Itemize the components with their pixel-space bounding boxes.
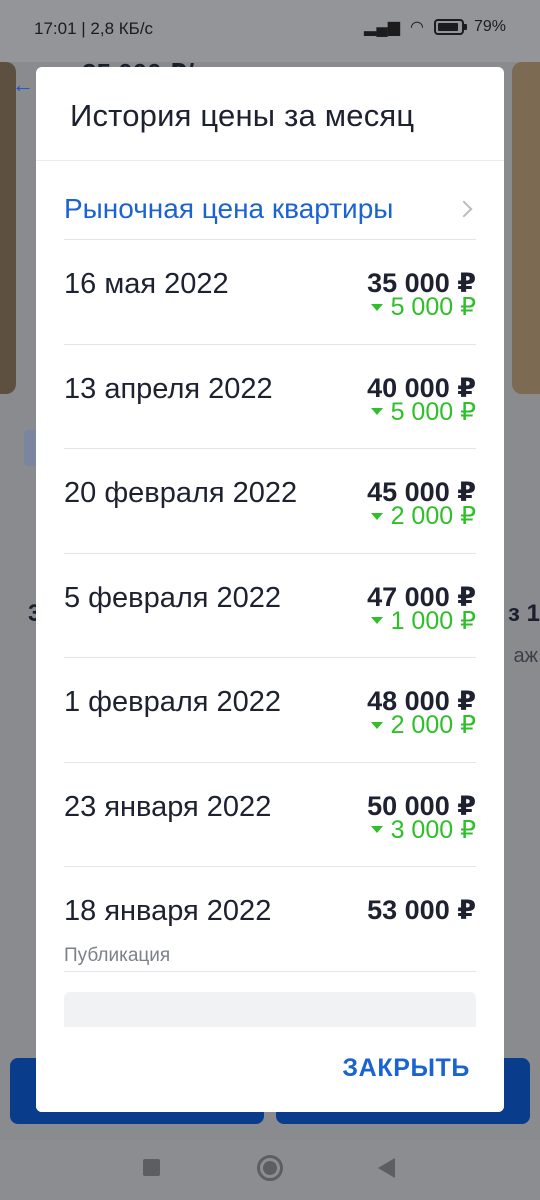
history-change: 2 000 ₽ (370, 710, 476, 740)
background-text-right-2: аж (513, 645, 538, 667)
history-date: 23 января 2022 (64, 790, 272, 823)
home-icon[interactable] (257, 1155, 283, 1181)
back-icon[interactable] (378, 1158, 395, 1178)
arrow-down-icon (370, 408, 383, 415)
list-item: 13 апреля 2022 40 000 ₽ 5 000 ₽ (64, 343, 476, 449)
arrow-down-icon (370, 617, 383, 624)
list-divider (64, 970, 476, 972)
arrow-down-icon (370, 512, 383, 520)
background-photo-left (0, 62, 16, 394)
history-date: 1 февраля 2022 (64, 686, 282, 718)
signal-icon: ▂▄▆ (364, 19, 400, 36)
history-change-value: 1 000 ₽ (390, 606, 476, 635)
history-change-value: 2 000 ₽ (390, 711, 476, 739)
price-history-dialog: История цены за месяц Рыночная цена квар… (36, 67, 504, 1112)
history-change: 2 000 ₽ (370, 501, 476, 531)
market-price-label: Рыночная цена квартиры (64, 193, 394, 224)
history-date: 20 февраля 2022 (64, 477, 298, 509)
history-change-value: 2 000 ₽ (390, 502, 476, 530)
history-date: 16 мая 2022 (64, 268, 229, 300)
chevron-right-icon (455, 200, 473, 218)
price-history-list: 16 мая 2022 35 000 ₽ 5 000 ₽ 13 апреля 2… (64, 239, 476, 972)
history-change: 5 000 ₽ (370, 292, 476, 322)
battery-percent: 79% (473, 18, 506, 35)
history-date: 18 января 2022 (64, 895, 272, 927)
status-icons: ▂▄▆ ◠ 79% (364, 17, 506, 37)
dialog-title: История цены за месяц (70, 98, 415, 133)
list-item: 16 мая 2022 35 000 ₽ 5 000 ₽ (64, 239, 476, 344)
history-change: 3 000 ₽ (370, 815, 476, 845)
background-text-right: з 1 (508, 600, 540, 627)
list-item: 5 февраля 2022 47 000 ₽ 1 000 ₽ (64, 552, 476, 658)
status-time: 17:01 | 2,8 КБ/с (34, 19, 154, 38)
history-change: 5 000 ₽ (370, 397, 476, 427)
close-button[interactable]: ЗАКРЫТЬ (342, 1054, 470, 1083)
title-divider (36, 160, 504, 161)
history-change-value: 3 000 ₽ (390, 815, 476, 844)
market-price-link[interactable]: Рыночная цена квартиры (64, 179, 476, 239)
list-item: 20 февраля 2022 45 000 ₽ 2 000 ₽ (64, 448, 476, 553)
background-back-icon: ← (12, 72, 34, 97)
list-item: 18 января 2022 53 000 ₽ Публикация (64, 866, 476, 971)
list-item: 23 января 2022 50 000 ₽ 3 000 ₽ (64, 761, 476, 867)
history-change: 1 000 ₽ (370, 606, 476, 636)
history-date: 5 февраля 2022 (64, 581, 282, 614)
wifi-icon: ◠ (410, 19, 424, 36)
status-bar: 17:01 | 2,8 КБ/с ▂▄▆ ◠ 79% (0, 0, 540, 62)
history-date: 13 апреля 2022 (64, 372, 273, 405)
arrow-down-icon (370, 826, 383, 833)
publication-label: Публикация (64, 945, 171, 966)
background-photo-right (512, 62, 540, 394)
recents-icon[interactable] (143, 1159, 160, 1176)
list-item: 1 февраля 2022 48 000 ₽ 2 000 ₽ (64, 657, 476, 762)
history-change-value: 5 000 ₽ (390, 397, 476, 426)
arrow-down-icon (370, 303, 383, 311)
arrow-down-icon (370, 721, 383, 729)
dialog-footer: ЗАКРЫТЬ (36, 1027, 504, 1112)
history-change-value: 5 000 ₽ (390, 293, 476, 321)
history-price: 53 000 ₽ (367, 895, 476, 925)
battery-icon (433, 19, 467, 35)
